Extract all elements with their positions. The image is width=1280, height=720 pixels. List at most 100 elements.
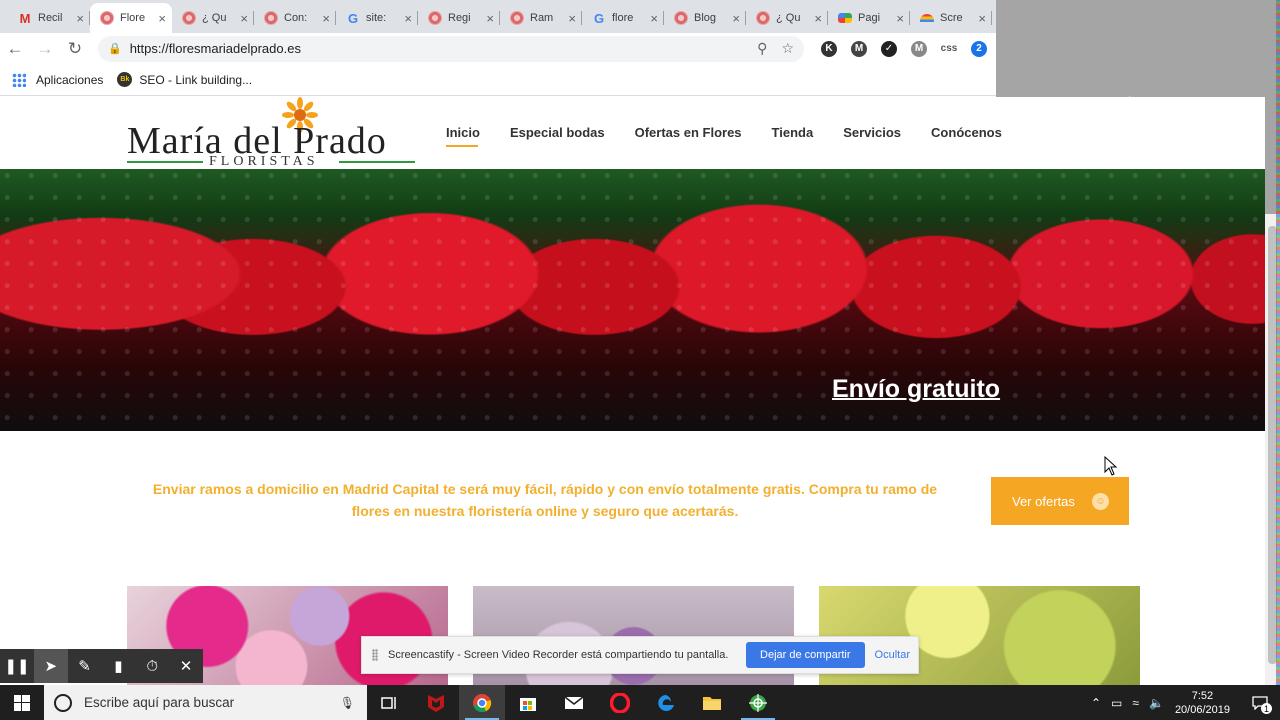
bookmark-star-icon[interactable]: ☆ [781, 40, 794, 57]
start-button[interactable] [0, 685, 44, 720]
browser-tab[interactable]: Flore × [90, 3, 172, 33]
greenshot-icon[interactable] [735, 685, 781, 720]
tab-close-icon[interactable]: × [978, 11, 986, 26]
smiley-icon: ☺ [1092, 493, 1109, 510]
tab-close-icon[interactable]: × [322, 11, 330, 26]
hide-button[interactable]: Ocultar [875, 649, 910, 661]
close-icon[interactable]: ✕ [169, 649, 203, 683]
share-message: Screencastify - Screen Video Recorder es… [388, 649, 729, 661]
tab-close-icon[interactable]: × [486, 11, 494, 26]
google-icon: G [593, 10, 605, 26]
tab-label: Con: [284, 12, 308, 24]
battery-icon[interactable]: ▭ [1111, 696, 1122, 710]
bookmark-seo[interactable]: Bk SEO - Link building... [117, 72, 252, 87]
file-explorer-icon[interactable] [689, 685, 735, 720]
task-view-icon[interactable] [367, 685, 413, 720]
extension-icon[interactable]: M [904, 40, 934, 57]
extension-icon[interactable]: ✓ [874, 40, 904, 57]
volume-icon[interactable]: 🔈 [1149, 696, 1164, 710]
browser-tab[interactable]: M Recil × [8, 3, 90, 33]
tab-close-icon[interactable]: × [732, 11, 740, 26]
lock-icon: 🔒 [108, 43, 122, 55]
tab-close-icon[interactable]: × [240, 11, 248, 26]
browser-tab[interactable]: Pagi × [828, 3, 910, 33]
taskbar-search[interactable]: Escribe aquí para buscar 🎙 [44, 685, 367, 720]
microphone-icon[interactable]: 🎙 [340, 696, 355, 710]
tab-close-icon[interactable]: × [896, 11, 904, 26]
menu-item-ofertas-en-flores[interactable]: Ofertas en Flores [635, 125, 742, 140]
tab-close-icon[interactable]: × [650, 11, 658, 26]
hero-caption-link[interactable]: Envío gratuito [832, 375, 1000, 404]
mail-icon[interactable] [551, 685, 597, 720]
menu-item-conócenos[interactable]: Conócenos [931, 125, 1002, 140]
google-icon: G [347, 10, 359, 26]
tab-close-icon[interactable]: × [568, 11, 576, 26]
browser-tab[interactable]: Gsite: × [336, 3, 418, 33]
gmail-icon: M [19, 10, 31, 26]
system-tray: ⌃ ▭ ≈ 🔈 7:52 20/06/2019 1 [1086, 685, 1280, 720]
extensions-area: K M ✓ Mcss 2 [814, 40, 994, 57]
eraser-icon[interactable]: ▮ [101, 649, 135, 683]
wifi-icon[interactable]: ≈ [1132, 696, 1139, 710]
flower-icon [428, 11, 442, 25]
edge-icon[interactable] [643, 685, 689, 720]
browser-tab[interactable]: ¿ Qu × [172, 3, 254, 33]
menu-item-inicio[interactable]: Inicio [446, 125, 480, 147]
browser-tab[interactable]: Ram × [500, 3, 582, 33]
tab-close-icon[interactable]: × [404, 11, 412, 26]
tab-label: Regi [448, 12, 471, 24]
pause-icon[interactable]: ❚❚ [0, 649, 34, 683]
address-bar[interactable]: 🔒 https://floresmariadelprado.es ⚲ ☆ [98, 35, 804, 62]
screen-share-notification: Screencastify - Screen Video Recorder es… [361, 636, 919, 674]
site-logo[interactable]: María del Prado FLORISTAS [127, 97, 417, 169]
mcafee-icon[interactable] [413, 685, 459, 720]
pen-icon[interactable]: ✎ [68, 649, 102, 683]
extension-badge: M [851, 40, 867, 57]
forward-button[interactable]: → [30, 35, 60, 63]
tab-close-icon[interactable]: × [814, 11, 822, 26]
extension-icon[interactable]: css [934, 41, 964, 57]
browser-tab[interactable]: ¿ Qu × [746, 3, 828, 33]
menu-item-servicios[interactable]: Servicios [843, 125, 901, 140]
windows-logo-icon [14, 694, 30, 711]
tab-close-icon[interactable]: × [158, 11, 166, 26]
flower-icon [674, 11, 688, 25]
opera-icon[interactable] [597, 685, 643, 720]
zoom-icon[interactable]: ⚲ [757, 40, 767, 57]
pointer-icon[interactable]: ➤ [33, 649, 68, 683]
drag-handle-icon[interactable] [372, 649, 378, 661]
browser-tab[interactable]: Regi × [418, 3, 500, 33]
browser-tab[interactable]: Blog × [664, 3, 746, 33]
tab-label: Recil [38, 12, 63, 24]
extension-icon[interactable]: K [814, 40, 844, 57]
extension-badge: M [911, 40, 927, 57]
timer-icon[interactable]: ⏱ [135, 649, 169, 683]
tab-close-icon[interactable]: × [76, 11, 84, 26]
back-button[interactable]: ← [0, 35, 30, 63]
notification-center-icon[interactable]: 1 [1240, 685, 1280, 720]
extension-badge: ✓ [881, 40, 897, 57]
stop-sharing-button[interactable]: Dejar de compartir [746, 642, 865, 668]
apps-grid-icon [12, 72, 26, 87]
browser-tab[interactable]: Scre × [910, 3, 992, 33]
store-icon[interactable] [505, 685, 551, 720]
menu-item-tienda[interactable]: Tienda [772, 125, 814, 140]
chevron-up-icon[interactable]: ⌃ [1091, 696, 1101, 710]
logo-subtitle: FLORISTAS [209, 154, 319, 169]
menu-item-especial-bodas[interactable]: Especial bodas [510, 125, 605, 140]
extension-icon[interactable]: 2 [964, 40, 994, 57]
bookmark-apps[interactable]: Aplicaciones [12, 72, 103, 87]
ver-ofertas-button[interactable]: Ver ofertas ☺ [991, 477, 1129, 525]
flower-icon [756, 11, 770, 25]
browser-tab[interactable]: Gflore × [582, 3, 664, 33]
seo-icon: Bk [117, 72, 133, 87]
extension-icon[interactable]: M [844, 40, 874, 57]
cta-label: Ver ofertas [1012, 493, 1075, 509]
extension-badge: 2 [971, 40, 987, 57]
browser-tab[interactable]: Con: × [254, 3, 336, 33]
extension-badge: css [940, 43, 958, 54]
reload-button[interactable]: ↻ [60, 35, 90, 63]
tab-label: Blog [694, 12, 717, 24]
chrome-icon[interactable] [459, 685, 505, 720]
clock[interactable]: 7:52 20/06/2019 [1175, 689, 1230, 717]
